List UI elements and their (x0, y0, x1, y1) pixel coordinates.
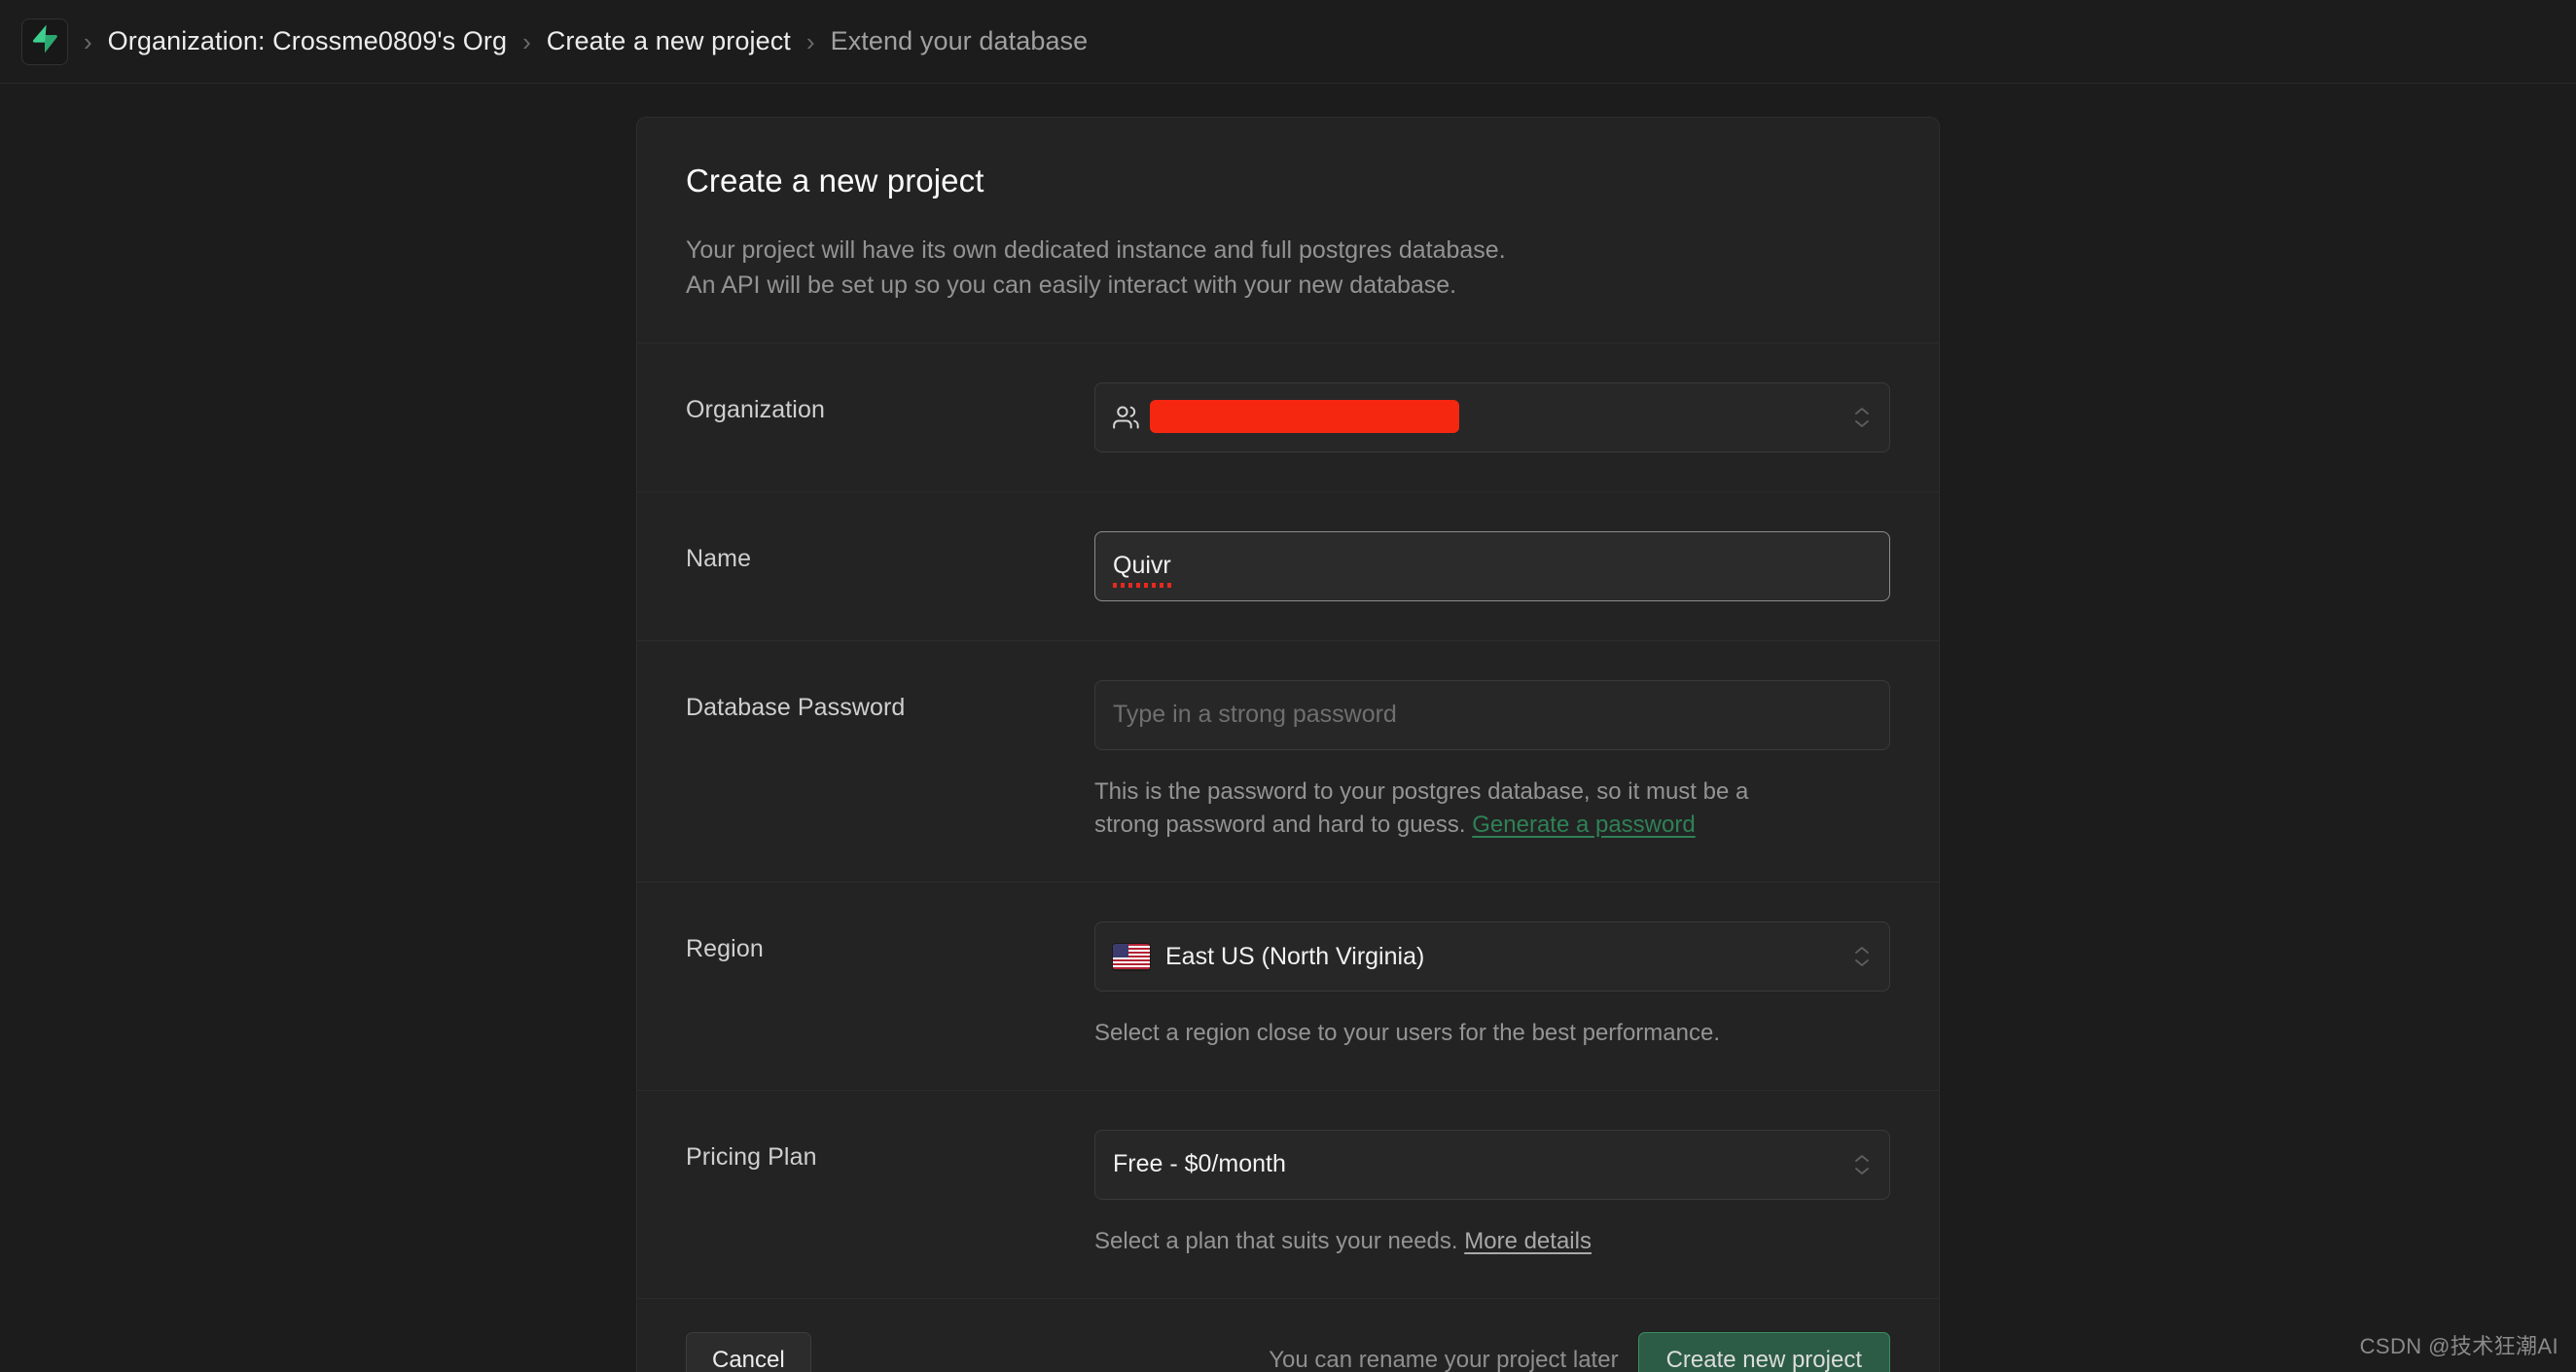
pricing-plan-value: Free - $0/month (1113, 1150, 1286, 1178)
page-body: Create a new project Your project will h… (0, 84, 2576, 1372)
database-password-label: Database Password (686, 693, 906, 721)
pricing-helper-text: Select a plan that suits your needs. (1094, 1227, 1465, 1254)
region-helper: Select a region close to your users for … (1094, 1020, 1720, 1047)
region-label: Region (686, 935, 764, 963)
region-value: East US (North Virginia) (1165, 942, 1425, 970)
breadcrumb-separator-icon: › (522, 26, 531, 56)
breadcrumb-item-extend-database[interactable]: Extend your database (831, 26, 1089, 56)
project-name-input[interactable]: Quivr (1094, 530, 1890, 601)
breadcrumb-bar: › Organization: Crossme0809's Org › Crea… (0, 0, 2576, 84)
card-description-line-1: Your project will have its own dedicated… (686, 236, 1506, 264)
database-password-row: Database Password Type in a strong passw… (637, 641, 1939, 883)
users-icon (1113, 404, 1140, 431)
create-new-project-button[interactable]: Create new project (1637, 1331, 1890, 1372)
organization-value-redacted (1150, 399, 1459, 433)
name-row: Name Quivr (637, 492, 1939, 640)
pricing-plan-select[interactable]: Free - $0/month (1094, 1129, 1890, 1200)
organization-label: Organization (686, 395, 825, 423)
region-select[interactable]: East US (North Virginia) (1094, 921, 1890, 993)
cancel-button[interactable]: Cancel (686, 1331, 811, 1372)
breadcrumb-item-organization[interactable]: Organization: Crossme0809's Org (108, 26, 507, 56)
card-description: Your project will have its own dedicated… (686, 233, 1890, 304)
watermark: CSDN @技术狂潮AI (2359, 1334, 2558, 1358)
password-helper-line-2: strong password and hard to guess. (1094, 812, 1473, 839)
breadcrumb-item-create-project[interactable]: Create a new project (547, 26, 791, 56)
us-flag-icon (1113, 943, 1150, 970)
database-password-helper: This is the password to your postgres da… (1094, 776, 1890, 844)
generate-password-link[interactable]: Generate a password (1472, 812, 1695, 838)
password-helper-line-1: This is the password to your postgres da… (1094, 777, 1749, 805)
pricing-plan-row: Pricing Plan Free - $0/month Select a pl… (637, 1091, 1939, 1298)
region-row: Region East US (North Virginia) Select a… (637, 883, 1939, 1090)
organization-select[interactable] (1094, 381, 1890, 452)
organization-row: Organization (637, 343, 1939, 491)
name-label: Name (686, 544, 752, 572)
breadcrumb-separator-icon: › (805, 26, 815, 56)
select-chevrons-icon (1854, 407, 1870, 428)
rename-note: You can rename your project later (1269, 1346, 1619, 1372)
card-footer: Cancel You can rename your project later… (637, 1299, 1939, 1372)
supabase-logo[interactable] (21, 18, 68, 65)
database-password-input[interactable]: Type in a strong password (1094, 679, 1890, 750)
supabase-bolt-icon (32, 24, 57, 58)
card-header: Create a new project Your project will h… (637, 118, 1939, 343)
spellcheck-underline (1113, 583, 1171, 588)
page-title: Create a new project (686, 162, 984, 199)
project-name-value: Quivr (1113, 552, 1171, 579)
more-details-link[interactable]: More details (1464, 1228, 1592, 1254)
card-description-line-2: An API will be set up so you can easily … (686, 271, 1457, 300)
pricing-plan-label: Pricing Plan (686, 1142, 817, 1171)
breadcrumb-separator-icon: › (84, 26, 92, 56)
select-chevrons-icon (1854, 946, 1870, 967)
database-password-placeholder: Type in a strong password (1113, 701, 1397, 728)
create-project-card: Create a new project Your project will h… (636, 117, 1940, 1372)
pricing-plan-helper: Select a plan that suits your needs. Mor… (1094, 1225, 1890, 1259)
select-chevrons-icon (1854, 1154, 1870, 1175)
